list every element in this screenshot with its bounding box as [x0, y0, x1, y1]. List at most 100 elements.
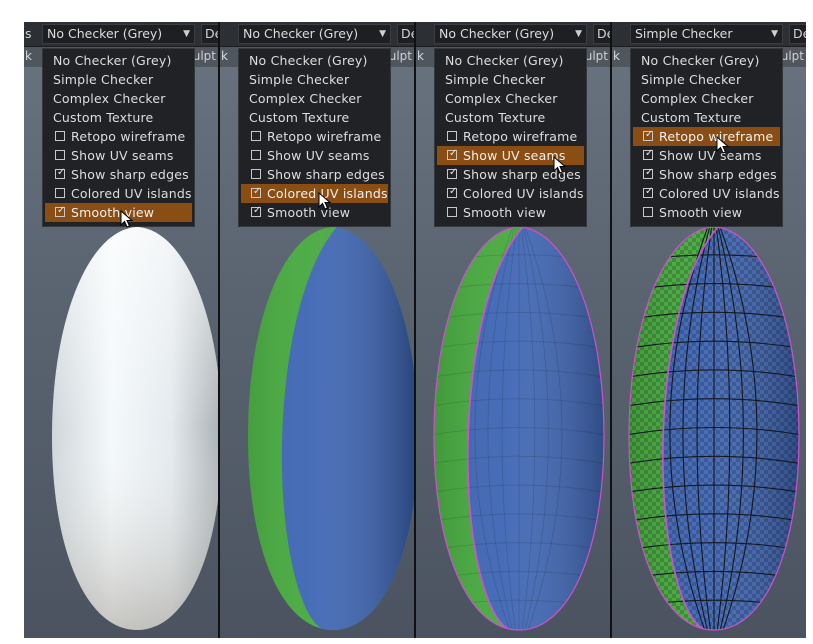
menu-toggle-smooth-view[interactable]: ✓ Smooth view: [241, 203, 388, 222]
menu-toggle-label: Show sharp edges: [71, 167, 189, 182]
menu-option-custom-texture[interactable]: Custom Texture: [45, 108, 192, 127]
menu-option-label: Complex Checker: [641, 91, 754, 106]
viewport-panel-1[interactable]: kSculptsNo Checker (Grey)▼DesNo Checker …: [24, 22, 218, 638]
menu-option-label: Custom Texture: [53, 110, 154, 125]
checkmark-icon: ✓: [645, 129, 654, 140]
panel-divider: [218, 22, 220, 638]
menu-option-label: Simple Checker: [641, 72, 742, 87]
checkbox[interactable]: ✓: [643, 129, 654, 141]
checkbox[interactable]: [251, 131, 261, 141]
viewport-panel-4[interactable]: kSculptSimple Checker▼DeNo Checker (Grey…: [612, 22, 806, 638]
menu-toggle-colored-uv-islands[interactable]: ✓ Colored UV islands: [437, 184, 584, 203]
checkbox[interactable]: [447, 207, 457, 217]
checkbox[interactable]: [55, 150, 65, 160]
menu-toggle-label: Retopo wireframe: [267, 129, 382, 144]
menu-option-no-checker-grey[interactable]: No Checker (Grey): [45, 51, 192, 70]
menu-toggle-smooth-view[interactable]: Smooth view: [633, 203, 780, 222]
menu-option-simple-checker[interactable]: Simple Checker: [633, 70, 780, 89]
menu-option-custom-texture[interactable]: Custom Texture: [241, 108, 388, 127]
menu-option-custom-texture[interactable]: Custom Texture: [633, 108, 780, 127]
mouse-pointer-icon: [553, 156, 567, 174]
checkmark-icon: ✓: [645, 167, 654, 178]
menu-toggle-colored-uv-islands[interactable]: Colored UV islands: [45, 184, 192, 203]
menu-option-complex-checker[interactable]: Complex Checker: [45, 89, 192, 108]
menu-option-label: Custom Texture: [249, 110, 350, 125]
mouse-pointer-icon: [716, 136, 730, 154]
menu-option-label: Simple Checker: [445, 72, 546, 87]
menu-toggle-show-sharp-edges[interactable]: ✓ Show sharp edges: [45, 165, 192, 184]
menu-toggle-show-sharp-edges[interactable]: Show sharp edges: [241, 165, 388, 184]
menu-toggle-label: Colored UV islands: [463, 186, 584, 201]
menu-option-label: Complex Checker: [249, 91, 362, 106]
menu-toggle-show-uv-seams[interactable]: Show UV seams: [241, 146, 388, 165]
checkbox[interactable]: [643, 207, 653, 217]
menu-toggle-show-uv-seams[interactable]: ✓ Show UV seams: [633, 146, 780, 165]
menu-toggle-label: Retopo wireframe: [463, 129, 578, 144]
menu-option-label: No Checker (Grey): [445, 53, 564, 68]
menu-toggle-retopo-wireframe[interactable]: ✓ Retopo wireframe: [633, 127, 780, 146]
menu-toggle-retopo-wireframe[interactable]: Retopo wireframe: [437, 127, 584, 146]
menu-option-label: No Checker (Grey): [53, 53, 172, 68]
checkbox[interactable]: ✓: [643, 186, 653, 198]
viewport-panel-2[interactable]: kSculptNo Checker (Grey)▼DesNo Checker (…: [220, 22, 414, 638]
menu-toggle-label: Smooth view: [659, 205, 743, 220]
checkbox[interactable]: [251, 169, 261, 179]
menu-toggle-label: Colored UV islands: [71, 186, 192, 201]
checkbox[interactable]: ✓: [447, 186, 458, 198]
menu-toggle-label: Smooth view: [463, 205, 547, 220]
menu-toggle-show-sharp-edges[interactable]: ✓ Show sharp edges: [633, 165, 780, 184]
menu-toggle-label: Smooth view: [71, 205, 155, 220]
menu-option-label: Complex Checker: [53, 91, 166, 106]
checkbox[interactable]: [55, 131, 65, 141]
checkmark-icon: ✓: [449, 186, 458, 197]
menu-option-no-checker-grey[interactable]: No Checker (Grey): [241, 51, 388, 70]
menu-toggle-label: Show UV seams: [659, 148, 762, 163]
menu-toggle-label: Show UV seams: [267, 148, 370, 163]
checkbox[interactable]: ✓: [447, 167, 457, 179]
menu-option-complex-checker[interactable]: Complex Checker: [633, 89, 780, 108]
menu-toggle-retopo-wireframe[interactable]: Retopo wireframe: [241, 127, 388, 146]
menu-option-no-checker-grey[interactable]: No Checker (Grey): [633, 51, 780, 70]
checkmark-icon: ✓: [253, 186, 262, 197]
menu-toggle-show-uv-seams[interactable]: Show UV seams: [45, 146, 192, 165]
panel-divider: [414, 22, 416, 638]
checker-menu: No Checker (Grey) Simple Checker Complex C…: [630, 48, 783, 227]
checkbox[interactable]: [447, 131, 457, 141]
checkbox[interactable]: ✓: [55, 167, 65, 179]
menu-option-label: No Checker (Grey): [641, 53, 760, 68]
menu-toggle-label: Show sharp edges: [659, 167, 777, 182]
menu-option-complex-checker[interactable]: Complex Checker: [241, 89, 388, 108]
checkbox[interactable]: ✓: [55, 205, 65, 217]
checkmark-icon: ✓: [645, 148, 654, 159]
viewport-panel-3[interactable]: kSculptNo Checker (Grey)▼DesNo Checker (…: [416, 22, 610, 638]
menu-option-no-checker-grey[interactable]: No Checker (Grey): [437, 51, 584, 70]
viewport-strip: kSculptsNo Checker (Grey)▼DesNo Checker …: [24, 22, 806, 638]
menu-option-complex-checker[interactable]: Complex Checker: [437, 89, 584, 108]
menu-toggle-label: Smooth view: [267, 205, 351, 220]
checkbox[interactable]: ✓: [251, 205, 261, 217]
menu-option-simple-checker[interactable]: Simple Checker: [45, 70, 192, 89]
menu-option-simple-checker[interactable]: Simple Checker: [437, 70, 584, 89]
checkbox[interactable]: ✓: [643, 167, 654, 179]
checkbox[interactable]: ✓: [643, 148, 654, 160]
menu-toggle-label: Show UV seams: [71, 148, 174, 163]
panel-divider: [610, 22, 612, 638]
checkbox[interactable]: [251, 150, 261, 160]
menu-option-label: Custom Texture: [641, 110, 742, 125]
menu-option-label: Custom Texture: [445, 110, 546, 125]
menu-toggle-smooth-view[interactable]: ✓ Smooth view: [45, 203, 192, 222]
menu-option-simple-checker[interactable]: Simple Checker: [241, 70, 388, 89]
menu-toggle-label: Retopo wireframe: [71, 129, 186, 144]
mouse-pointer-icon: [318, 192, 332, 210]
checkbox[interactable]: ✓: [251, 186, 262, 198]
menu-toggle-colored-uv-islands[interactable]: ✓ Colored UV islands: [241, 184, 388, 203]
mouse-pointer-icon: [120, 210, 134, 228]
checkbox[interactable]: [55, 188, 65, 198]
menu-toggle-colored-uv-islands[interactable]: ✓ Colored UV islands: [633, 184, 780, 203]
menu-toggle-label: Show sharp edges: [267, 167, 385, 182]
menu-toggle-label: Colored UV islands: [659, 186, 780, 201]
checkbox[interactable]: ✓: [447, 148, 457, 160]
menu-toggle-retopo-wireframe[interactable]: Retopo wireframe: [45, 127, 192, 146]
menu-option-custom-texture[interactable]: Custom Texture: [437, 108, 584, 127]
menu-toggle-smooth-view[interactable]: Smooth view: [437, 203, 584, 222]
